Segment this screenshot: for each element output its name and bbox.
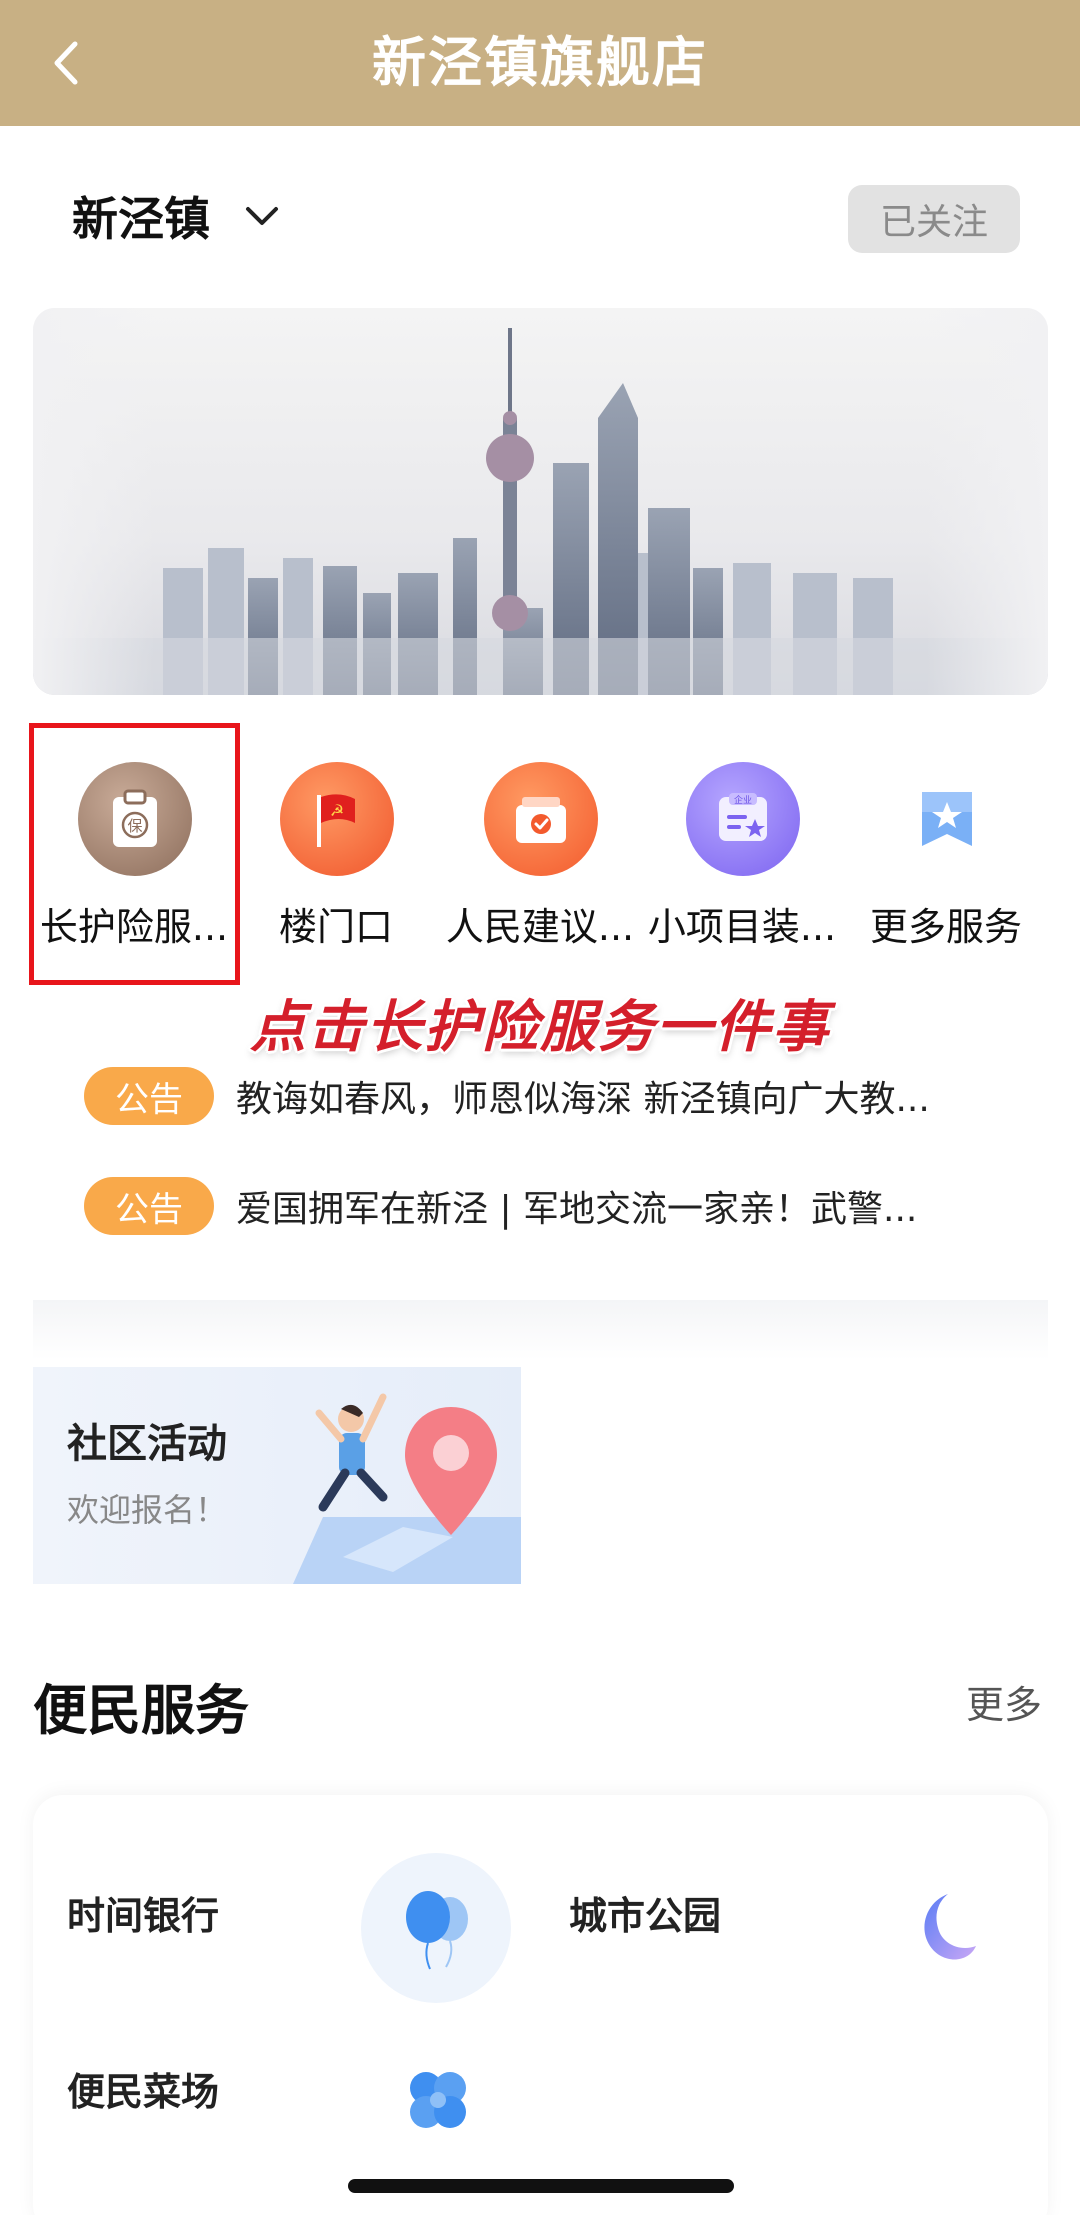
notice-text: 爱国拥军在新泾 | 军地交流一家亲！武警... <box>236 1189 918 1230</box>
skyline-image <box>33 308 1048 695</box>
star-bookmark-icon <box>890 762 1004 876</box>
service-label: 更多服务 <box>869 905 1022 949</box>
tutorial-caption: 点击长护险服务一件事 <box>250 995 830 1060</box>
more-link[interactable]: 更多 <box>966 1674 1042 1729</box>
convenience-services-card: 时间银行 城市公园 便民菜场 <box>33 1795 1048 2215</box>
section-divider <box>33 1300 1048 1360</box>
service-building-door[interactable]: ☭ 楼门口 <box>234 720 438 960</box>
service-peoples-suggestion[interactable]: 人民建议... <box>438 720 642 960</box>
service-time-bank[interactable]: 时间银行 <box>67 1885 219 1940</box>
activity-subtitle: 欢迎报名！ <box>67 1491 228 1529</box>
suggestion-box-icon <box>484 762 598 876</box>
follow-button[interactable]: 已关注 <box>848 185 1020 253</box>
service-city-park[interactable]: 城市公园 <box>569 1885 721 1940</box>
service-convenience-market[interactable]: 便民菜场 <box>67 2061 219 2116</box>
community-activity-card[interactable]: 社区活动 欢迎报名！ <box>33 1367 521 1584</box>
notice-item[interactable]: 公告 教诲如春风，师恩似海深 新泾镇向广大教... <box>84 1066 930 1126</box>
moon-icon <box>893 1873 993 1983</box>
notice-text: 教诲如春风，师恩似海深 新泾镇向广大教... <box>236 1079 930 1120</box>
service-more[interactable]: 更多服务 <box>844 720 1048 960</box>
notice-badge: 公告 <box>84 1177 214 1235</box>
town-name: 新泾镇 <box>72 192 210 246</box>
page-title: 新泾镇旗舰店 <box>372 31 708 94</box>
service-small-project[interactable]: 企业 小项目装... <box>640 720 844 960</box>
enterprise-card-icon: 企业 <box>686 762 800 876</box>
service-label: 楼门口 <box>278 905 393 949</box>
service-label: 人民建议... <box>445 905 635 949</box>
svg-text:企业: 企业 <box>734 794 752 806</box>
chevron-down-icon <box>240 194 284 238</box>
top-bar: 新泾镇旗舰店 <box>0 0 1080 126</box>
city-skyline-banner[interactable] <box>33 308 1048 695</box>
highlight-box <box>29 723 240 985</box>
jumping-person-map-pin-icon <box>293 1393 521 1584</box>
section-title: 便民服务 <box>33 1679 249 1742</box>
service-label: 小项目装... <box>647 905 837 949</box>
notice-badge: 公告 <box>84 1067 214 1125</box>
activity-title: 社区活动 <box>67 1421 227 1467</box>
balloon-icon <box>361 1853 511 2003</box>
home-indicator[interactable] <box>348 2179 734 2193</box>
party-flag-icon: ☭ <box>280 762 394 876</box>
svg-text:☭: ☭ <box>330 801 344 820</box>
notice-item[interactable]: 公告 爱国拥军在新泾 | 军地交流一家亲！武警... <box>84 1176 917 1236</box>
town-selector[interactable]: 新泾镇 <box>72 176 284 256</box>
clover-icon <box>393 2055 483 2145</box>
